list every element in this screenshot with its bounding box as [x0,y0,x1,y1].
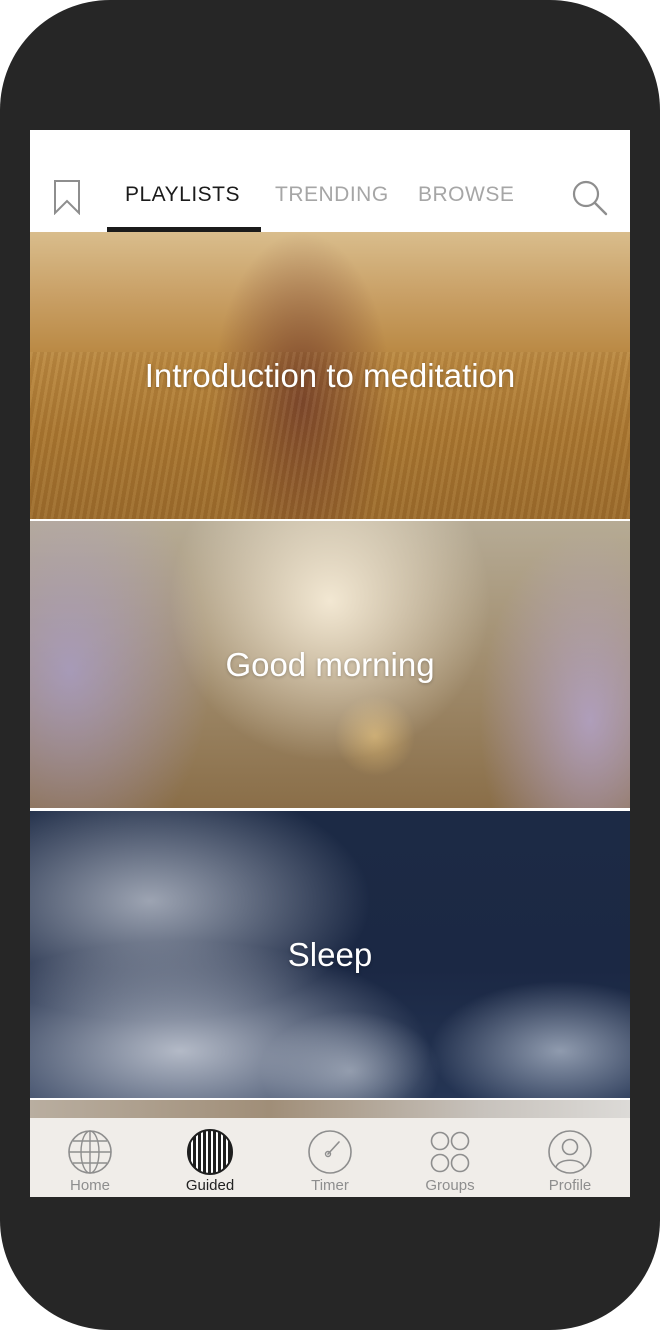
guided-icon [187,1129,233,1175]
profile-icon [548,1130,592,1174]
bottom-tab-label: Home [69,1177,110,1194]
playlist-card-introduction[interactable]: Introduction to meditation [30,232,630,519]
tab-browse[interactable]: BROWSE [418,183,514,207]
bottom-tab-label: Profile [548,1177,592,1194]
phone-frame: PLAYLISTS TRENDING BROWSE Introduction t… [0,0,660,1330]
tab-playlists[interactable]: PLAYLISTS [125,183,240,207]
groups-icon [430,1131,470,1173]
playlist-card-sleep[interactable]: Sleep [30,811,630,1098]
bottom-tab-label: Guided [185,1177,235,1194]
tab-trending[interactable]: TRENDING [275,183,389,207]
playlist-title: Sleep [287,935,373,973]
bookmark-icon[interactable] [52,179,82,215]
bottom-tab-guided[interactable]: Guided [150,1118,270,1197]
bottom-tab-label: Groups [425,1177,475,1194]
bottom-tab-label: Timer [311,1177,349,1194]
app-screen: PLAYLISTS TRENDING BROWSE Introduction t… [30,130,630,1197]
bottom-tab-profile[interactable]: Profile [510,1118,630,1197]
top-nav: PLAYLISTS TRENDING BROWSE [30,130,630,232]
bottom-tab-bar: Home Guided Timer Groups Profile [30,1118,630,1197]
globe-icon [68,1130,112,1174]
search-icon[interactable] [570,178,610,218]
playlist-title: Introduction to meditation [144,356,516,394]
bottom-tab-timer[interactable]: Timer [270,1118,390,1197]
timer-icon [308,1130,352,1174]
bottom-tab-groups[interactable]: Groups [390,1118,510,1197]
bottom-tab-home[interactable]: Home [30,1118,150,1197]
playlist-card-good-morning[interactable]: Good morning [30,521,630,808]
playlist-title: Good morning [225,645,435,683]
playlist-card-partial[interactable] [30,1100,630,1120]
